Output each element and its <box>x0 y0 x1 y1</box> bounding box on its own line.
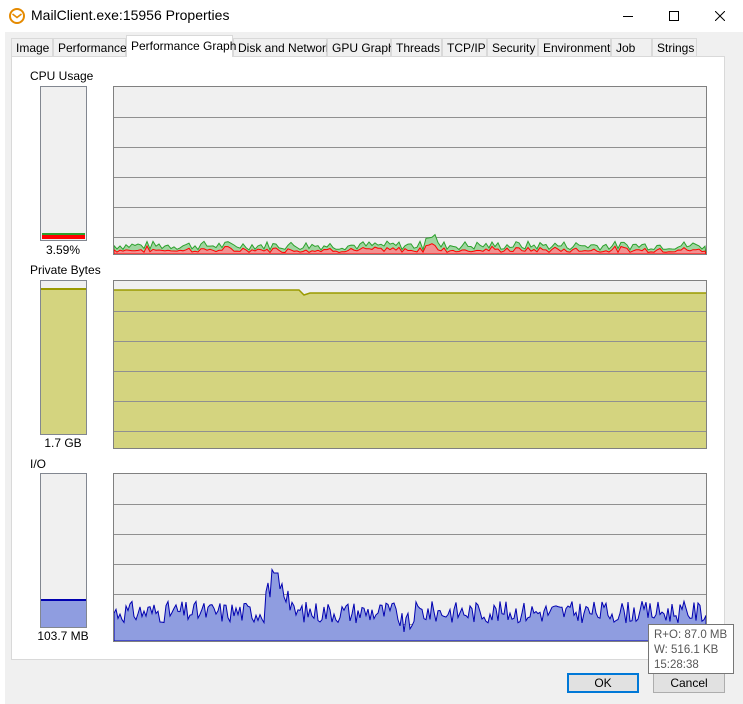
tab-tcp-ip[interactable]: TCP/IP <box>442 38 487 56</box>
cpu-usage-label: CPU Usage <box>30 69 94 83</box>
cpu-usage-meter <box>40 86 87 241</box>
cpu-usage-graph <box>113 86 707 255</box>
tab-environment[interactable]: Environment <box>538 38 611 56</box>
tab-job[interactable]: Job <box>611 38 652 56</box>
close-button[interactable] <box>697 0 743 32</box>
cancel-button[interactable]: Cancel <box>653 673 725 693</box>
close-icon <box>715 11 725 21</box>
tooltip-write: W: 516.1 KB <box>654 644 719 656</box>
tab-performance[interactable]: Performance <box>53 38 127 56</box>
tooltip-time: 15:28:38 <box>654 659 699 671</box>
tab-threads[interactable]: Threads <box>391 38 442 56</box>
io-value: 103.7 MB <box>37 629 89 643</box>
io-series <box>114 567 706 641</box>
private-bytes-value: 1.7 GB <box>44 436 82 450</box>
io-tooltip: R+O: 87.0 MB W: 516.1 KB 15:28:38 <box>648 624 734 674</box>
private-bytes-label: Private Bytes <box>30 263 101 277</box>
minimize-button[interactable] <box>605 0 651 32</box>
cpu-meter-level <box>42 233 85 239</box>
private-bytes-meter <box>40 280 87 435</box>
tooltip-read-other: R+O: 87.0 MB <box>654 629 728 641</box>
tab-image[interactable]: Image <box>11 38 53 56</box>
cpu-usage-value: 3.59% <box>45 243 81 257</box>
tab-gpu-graph[interactable]: GPU Graph <box>327 38 395 56</box>
private-bytes-area <box>114 290 706 448</box>
tab-performance-graph[interactable]: Performance Graph <box>126 35 236 57</box>
tab-security[interactable]: Security <box>487 38 538 56</box>
io-meter <box>40 473 87 628</box>
window-title: MailClient.exe:15956 Properties <box>31 7 230 23</box>
tab-strings[interactable]: Strings <box>652 38 697 56</box>
io-label: I/O <box>30 457 47 471</box>
maximize-icon <box>669 11 679 21</box>
envelope-app-icon <box>8 7 26 25</box>
private-bytes-meter-fill <box>41 288 86 434</box>
io-graph <box>113 473 707 642</box>
maximize-button[interactable] <box>651 0 697 32</box>
io-meter-fill <box>41 599 86 627</box>
private-bytes-graph <box>113 280 707 449</box>
desktop-edge <box>0 32 5 704</box>
minimize-icon <box>623 16 633 17</box>
tab-disk-and-network[interactable]: Disk and Network <box>233 38 332 56</box>
ok-button[interactable]: OK <box>567 673 639 693</box>
